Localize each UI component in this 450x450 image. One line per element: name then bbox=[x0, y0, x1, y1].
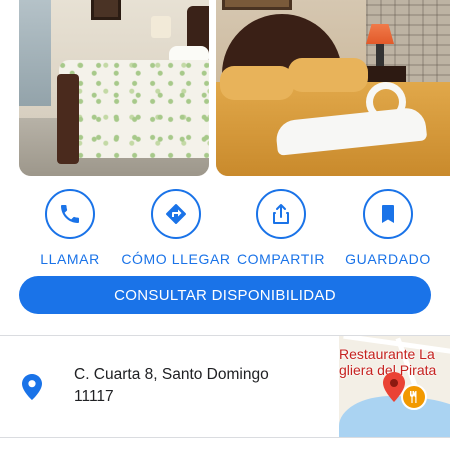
call-label: LLAMAR bbox=[40, 251, 100, 267]
share-icon bbox=[273, 204, 289, 224]
photo-carousel[interactable] bbox=[0, 0, 450, 176]
bedroom-photo-1[interactable] bbox=[19, 0, 209, 176]
share-icon-circle[interactable] bbox=[256, 189, 306, 239]
address-text[interactable]: C. Cuarta 8, Santo Domingo 11117 bbox=[74, 364, 269, 408]
map-thumbnail[interactable]: Restaurante La gliera del Pirata bbox=[339, 336, 450, 437]
directions-label: CÓMO LLEGAR bbox=[121, 251, 231, 267]
location-pin-icon bbox=[22, 374, 42, 400]
map-place-label: Restaurante La bbox=[339, 346, 435, 362]
divider bbox=[0, 437, 450, 438]
call-button[interactable]: LLAMAR bbox=[15, 189, 125, 267]
address-line-1: C. Cuarta 8, Santo Domingo bbox=[74, 366, 269, 383]
check-availability-button[interactable]: CONSULTAR DISPONIBILIDAD bbox=[19, 276, 431, 314]
bedroom-photo-2[interactable] bbox=[216, 0, 450, 176]
directions-icon bbox=[166, 204, 186, 224]
saved-label: GUARDADO bbox=[345, 251, 431, 267]
directions-button[interactable]: CÓMO LLEGAR bbox=[121, 189, 231, 267]
phone-icon bbox=[61, 205, 79, 223]
share-button[interactable]: COMPARTIR bbox=[226, 189, 336, 267]
address-line-2: 11117 bbox=[74, 388, 114, 405]
saved-button[interactable]: GUARDADO bbox=[333, 189, 443, 267]
saved-icon-circle[interactable] bbox=[363, 189, 413, 239]
share-label: COMPARTIR bbox=[236, 251, 326, 267]
map-marker-icon bbox=[383, 372, 405, 402]
call-icon-circle[interactable] bbox=[45, 189, 95, 239]
bookmark-icon bbox=[382, 205, 394, 223]
directions-icon-circle[interactable] bbox=[151, 189, 201, 239]
